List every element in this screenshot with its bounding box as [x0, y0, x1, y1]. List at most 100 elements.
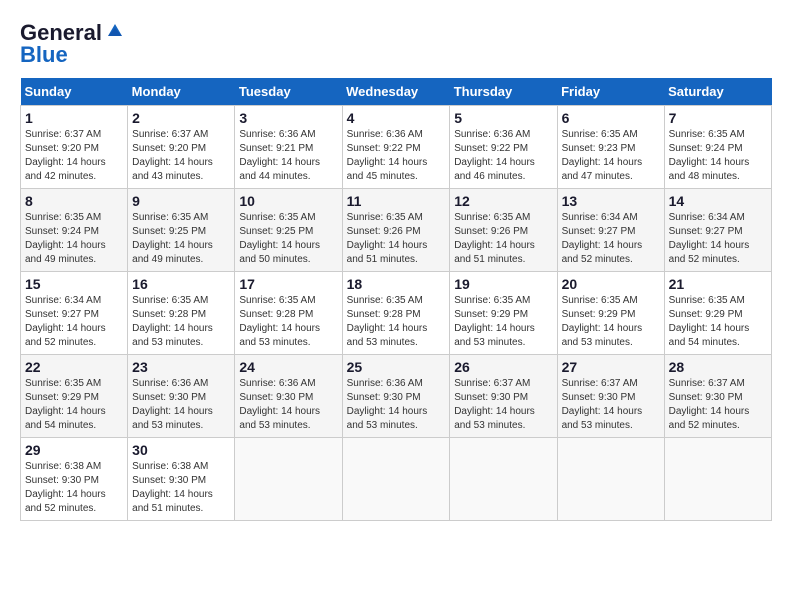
day-cell-28: 28 Sunrise: 6:37 AMSunset: 9:30 PMDaylig…: [664, 355, 771, 438]
day-number: 6: [562, 110, 660, 126]
day-number: 14: [669, 193, 767, 209]
day-info: Sunrise: 6:35 AMSunset: 9:29 PMDaylight:…: [454, 295, 535, 348]
day-info: Sunrise: 6:35 AMSunset: 9:25 PMDaylight:…: [132, 212, 213, 265]
day-number: 16: [132, 276, 230, 292]
day-cell-3: 3 Sunrise: 6:36 AMSunset: 9:21 PMDayligh…: [235, 106, 342, 189]
day-number: 9: [132, 193, 230, 209]
day-info: Sunrise: 6:35 AMSunset: 9:25 PMDaylight:…: [239, 212, 320, 265]
day-number: 26: [454, 359, 552, 375]
weekday-header-saturday: Saturday: [664, 78, 771, 106]
day-info: Sunrise: 6:37 AMSunset: 9:30 PMDaylight:…: [454, 378, 535, 431]
day-cell-29: 29 Sunrise: 6:38 AMSunset: 9:30 PMDaylig…: [21, 438, 128, 521]
day-info: Sunrise: 6:37 AMSunset: 9:20 PMDaylight:…: [25, 129, 106, 182]
day-info: Sunrise: 6:34 AMSunset: 9:27 PMDaylight:…: [669, 212, 750, 265]
logo: General Blue: [20, 20, 124, 68]
day-cell-5: 5 Sunrise: 6:36 AMSunset: 9:22 PMDayligh…: [450, 106, 557, 189]
day-info: Sunrise: 6:36 AMSunset: 9:22 PMDaylight:…: [454, 129, 535, 182]
day-info: Sunrise: 6:34 AMSunset: 9:27 PMDaylight:…: [25, 295, 106, 348]
day-number: 15: [25, 276, 123, 292]
day-info: Sunrise: 6:35 AMSunset: 9:26 PMDaylight:…: [454, 212, 535, 265]
empty-cell: [450, 438, 557, 521]
day-number: 28: [669, 359, 767, 375]
day-cell-13: 13 Sunrise: 6:34 AMSunset: 9:27 PMDaylig…: [557, 189, 664, 272]
day-cell-15: 15 Sunrise: 6:34 AMSunset: 9:27 PMDaylig…: [21, 272, 128, 355]
day-info: Sunrise: 6:37 AMSunset: 9:30 PMDaylight:…: [669, 378, 750, 431]
day-info: Sunrise: 6:35 AMSunset: 9:26 PMDaylight:…: [347, 212, 428, 265]
day-cell-25: 25 Sunrise: 6:36 AMSunset: 9:30 PMDaylig…: [342, 355, 450, 438]
day-info: Sunrise: 6:35 AMSunset: 9:28 PMDaylight:…: [132, 295, 213, 348]
day-cell-30: 30 Sunrise: 6:38 AMSunset: 9:30 PMDaylig…: [128, 438, 235, 521]
day-number: 7: [669, 110, 767, 126]
day-info: Sunrise: 6:34 AMSunset: 9:27 PMDaylight:…: [562, 212, 643, 265]
day-info: Sunrise: 6:35 AMSunset: 9:24 PMDaylight:…: [669, 129, 750, 182]
logo-icon: [106, 22, 124, 40]
day-cell-27: 27 Sunrise: 6:37 AMSunset: 9:30 PMDaylig…: [557, 355, 664, 438]
day-info: Sunrise: 6:38 AMSunset: 9:30 PMDaylight:…: [25, 461, 106, 514]
day-cell-23: 23 Sunrise: 6:36 AMSunset: 9:30 PMDaylig…: [128, 355, 235, 438]
week-row-3: 15 Sunrise: 6:34 AMSunset: 9:27 PMDaylig…: [21, 272, 772, 355]
day-number: 1: [25, 110, 123, 126]
empty-cell: [235, 438, 342, 521]
week-row-4: 22 Sunrise: 6:35 AMSunset: 9:29 PMDaylig…: [21, 355, 772, 438]
day-cell-10: 10 Sunrise: 6:35 AMSunset: 9:25 PMDaylig…: [235, 189, 342, 272]
day-cell-20: 20 Sunrise: 6:35 AMSunset: 9:29 PMDaylig…: [557, 272, 664, 355]
day-cell-18: 18 Sunrise: 6:35 AMSunset: 9:28 PMDaylig…: [342, 272, 450, 355]
empty-cell: [557, 438, 664, 521]
day-number: 21: [669, 276, 767, 292]
empty-cell: [342, 438, 450, 521]
day-cell-26: 26 Sunrise: 6:37 AMSunset: 9:30 PMDaylig…: [450, 355, 557, 438]
day-info: Sunrise: 6:35 AMSunset: 9:29 PMDaylight:…: [669, 295, 750, 348]
day-info: Sunrise: 6:36 AMSunset: 9:30 PMDaylight:…: [239, 378, 320, 431]
day-number: 17: [239, 276, 337, 292]
day-info: Sunrise: 6:36 AMSunset: 9:21 PMDaylight:…: [239, 129, 320, 182]
weekday-header-sunday: Sunday: [21, 78, 128, 106]
day-number: 24: [239, 359, 337, 375]
day-info: Sunrise: 6:36 AMSunset: 9:30 PMDaylight:…: [347, 378, 428, 431]
day-number: 12: [454, 193, 552, 209]
day-cell-24: 24 Sunrise: 6:36 AMSunset: 9:30 PMDaylig…: [235, 355, 342, 438]
day-info: Sunrise: 6:35 AMSunset: 9:28 PMDaylight:…: [347, 295, 428, 348]
day-cell-8: 8 Sunrise: 6:35 AMSunset: 9:24 PMDayligh…: [21, 189, 128, 272]
day-number: 30: [132, 442, 230, 458]
day-cell-14: 14 Sunrise: 6:34 AMSunset: 9:27 PMDaylig…: [664, 189, 771, 272]
weekday-header-monday: Monday: [128, 78, 235, 106]
week-row-2: 8 Sunrise: 6:35 AMSunset: 9:24 PMDayligh…: [21, 189, 772, 272]
day-number: 11: [347, 193, 446, 209]
day-cell-22: 22 Sunrise: 6:35 AMSunset: 9:29 PMDaylig…: [21, 355, 128, 438]
week-row-1: 1 Sunrise: 6:37 AMSunset: 9:20 PMDayligh…: [21, 106, 772, 189]
day-cell-2: 2 Sunrise: 6:37 AMSunset: 9:20 PMDayligh…: [128, 106, 235, 189]
day-info: Sunrise: 6:35 AMSunset: 9:29 PMDaylight:…: [25, 378, 106, 431]
calendar-table: SundayMondayTuesdayWednesdayThursdayFrid…: [20, 78, 772, 521]
day-number: 10: [239, 193, 337, 209]
day-number: 19: [454, 276, 552, 292]
day-cell-6: 6 Sunrise: 6:35 AMSunset: 9:23 PMDayligh…: [557, 106, 664, 189]
weekday-header-wednesday: Wednesday: [342, 78, 450, 106]
weekday-header-tuesday: Tuesday: [235, 78, 342, 106]
day-cell-1: 1 Sunrise: 6:37 AMSunset: 9:20 PMDayligh…: [21, 106, 128, 189]
week-row-5: 29 Sunrise: 6:38 AMSunset: 9:30 PMDaylig…: [21, 438, 772, 521]
weekday-header-thursday: Thursday: [450, 78, 557, 106]
day-number: 22: [25, 359, 123, 375]
day-info: Sunrise: 6:38 AMSunset: 9:30 PMDaylight:…: [132, 461, 213, 514]
day-cell-4: 4 Sunrise: 6:36 AMSunset: 9:22 PMDayligh…: [342, 106, 450, 189]
day-number: 3: [239, 110, 337, 126]
day-info: Sunrise: 6:35 AMSunset: 9:23 PMDaylight:…: [562, 129, 643, 182]
weekday-header-friday: Friday: [557, 78, 664, 106]
day-number: 13: [562, 193, 660, 209]
day-number: 2: [132, 110, 230, 126]
day-number: 20: [562, 276, 660, 292]
day-info: Sunrise: 6:35 AMSunset: 9:28 PMDaylight:…: [239, 295, 320, 348]
day-cell-9: 9 Sunrise: 6:35 AMSunset: 9:25 PMDayligh…: [128, 189, 235, 272]
day-number: 23: [132, 359, 230, 375]
day-info: Sunrise: 6:35 AMSunset: 9:24 PMDaylight:…: [25, 212, 106, 265]
day-info: Sunrise: 6:35 AMSunset: 9:29 PMDaylight:…: [562, 295, 643, 348]
empty-cell: [664, 438, 771, 521]
day-cell-11: 11 Sunrise: 6:35 AMSunset: 9:26 PMDaylig…: [342, 189, 450, 272]
day-info: Sunrise: 6:36 AMSunset: 9:22 PMDaylight:…: [347, 129, 428, 182]
day-number: 29: [25, 442, 123, 458]
weekday-header-row: SundayMondayTuesdayWednesdayThursdayFrid…: [21, 78, 772, 106]
day-cell-7: 7 Sunrise: 6:35 AMSunset: 9:24 PMDayligh…: [664, 106, 771, 189]
day-number: 25: [347, 359, 446, 375]
day-number: 5: [454, 110, 552, 126]
day-number: 4: [347, 110, 446, 126]
